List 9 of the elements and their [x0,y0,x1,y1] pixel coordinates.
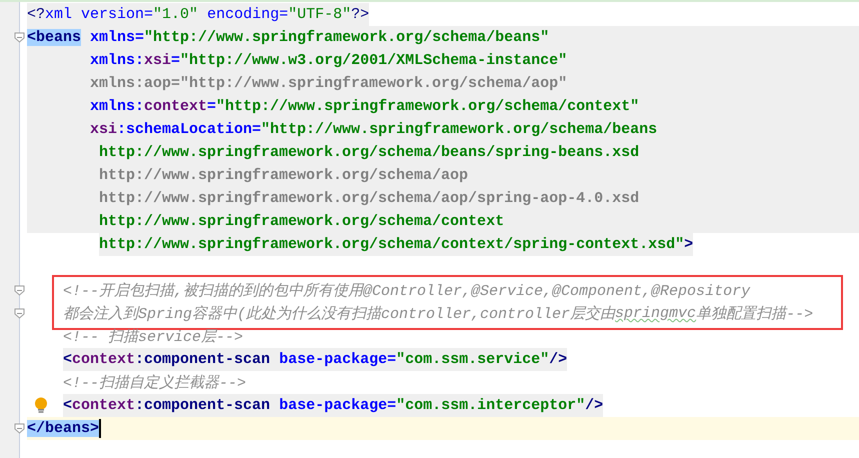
fold-icon[interactable] [14,308,25,319]
fold-icon[interactable] [14,285,25,296]
fold-icon[interactable] [14,423,25,434]
fold-icon[interactable] [14,32,25,43]
code-comment: <!--开启包扫描,被扫描的到的包中所有使用@Controller,@Service,@Component,@Repository [63,281,750,302]
code-comment: 都会注入到Spring容器中(此处为什么没有扫描controller,controller层交由springmvc单独配置扫描--> [63,304,814,325]
code-comment: <!--扫描自定义拦截器--> [63,373,246,394]
code-comment: <!-- 扫描service层--> [63,328,244,348]
lightbulb-icon[interactable] [34,397,48,415]
